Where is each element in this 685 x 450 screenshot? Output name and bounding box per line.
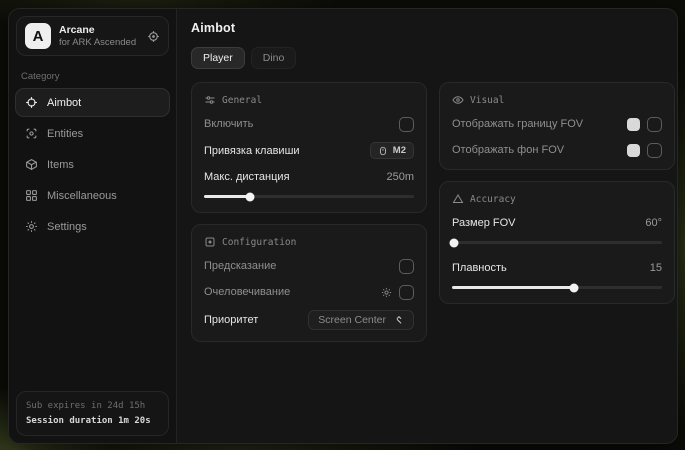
sidebar-item-label: Settings [47,221,87,233]
app-subtitle: for ARK Ascended [59,37,139,49]
mouse-icon [378,146,388,156]
tab-player[interactable]: Player [191,47,245,69]
max-distance-slider[interactable] [204,192,414,201]
sub-expires-text: Sub expires in 24d 15h [26,399,159,413]
humanize-label: Очеловечивание [204,286,290,298]
sidebar-item-miscellaneous[interactable]: Miscellaneous [15,181,170,210]
visual-card: Visual Отображать границу FOV Отображать… [439,82,675,170]
humanize-checkbox[interactable] [399,285,414,300]
app-logo: A [25,23,51,49]
scan-icon [25,127,38,140]
priority-label: Приоритет [204,314,258,326]
fov-bg-label: Отображать фон FOV [452,144,564,156]
smoothness-slider[interactable] [452,283,662,292]
configuration-card-title: Configuration [222,237,296,248]
accuracy-card: Accuracy Размер FOV 60° Плавность 15 [439,181,675,304]
fov-bg-color-swatch[interactable] [627,144,640,157]
session-duration-text: Session duration 1m 20s [26,414,159,428]
fov-size-slider[interactable] [452,238,662,247]
visual-card-header: Visual [452,94,662,106]
gear-icon [25,220,38,233]
sidebar-item-label: Aimbot [47,97,81,109]
sidebar-item-items[interactable]: Items [15,150,170,179]
category-label: Category [21,71,164,82]
general-card-title: General [222,95,262,106]
eye-icon [452,94,464,106]
accuracy-card-title: Accuracy [470,194,516,205]
config-icon [204,236,216,248]
sidebar-item-label: Entities [47,128,83,140]
main-panel: Aimbot Player Dino Genera [177,9,678,443]
app-window: A Arcane for ARK Ascended Category [8,8,678,444]
fov-bg-checkbox[interactable] [647,143,662,158]
sidebar-item-aimbot[interactable]: Aimbot [15,88,170,117]
keybind-value: M2 [393,145,406,156]
max-distance-label: Макс. дистанция [204,171,290,183]
keybind-button[interactable]: M2 [370,142,414,159]
target-icon[interactable] [147,30,160,43]
slider-fill [204,195,250,198]
priority-value: Screen Center [318,314,386,326]
triangle-icon [452,193,464,205]
page-title: Aimbot [191,21,675,35]
keybind-label: Привязка клавиши [204,145,300,157]
sidebar: A Arcane for ARK Ascended Category [9,9,177,443]
app-title-block: Arcane for ARK Ascended [59,24,139,49]
priority-select[interactable]: Screen Center [308,310,414,330]
fov-size-label: Размер FOV [452,217,515,229]
enable-checkbox[interactable] [399,117,414,132]
sidebar-item-entities[interactable]: Entities [15,119,170,148]
accuracy-card-header: Accuracy [452,193,662,205]
sidebar-item-label: Items [47,159,74,171]
sidebar-nav: Aimbot Entities Items [9,88,176,241]
general-card-header: General [204,94,414,106]
smoothness-label: Плавность [452,262,507,274]
prediction-label: Предсказание [204,260,276,272]
visual-card-title: Visual [470,95,504,106]
fov-border-color-swatch[interactable] [627,118,640,131]
max-distance-value: 250m [386,171,414,183]
fov-border-checkbox[interactable] [647,117,662,132]
enable-label: Включить [204,118,253,130]
sidebar-item-settings[interactable]: Settings [15,212,170,241]
tab-bar: Player Dino [191,47,675,69]
app-name: Arcane [59,24,139,37]
cards-grid: General Включить Привязка клавиши [191,82,675,342]
configuration-card-header: Configuration [204,236,414,248]
general-card: General Включить Привязка клавиши [191,82,427,213]
slider-thumb[interactable] [450,238,459,247]
slider-fill [452,286,574,289]
slider-track [452,241,662,244]
configuration-card: Configuration Предсказание Очеловечивани… [191,224,427,342]
grid-icon [25,189,38,202]
sidebar-item-label: Miscellaneous [47,190,117,202]
fov-border-label: Отображать границу FOV [452,118,583,130]
app-header: A Arcane for ARK Ascended [16,16,169,56]
slider-thumb[interactable] [246,192,255,201]
smoothness-value: 15 [650,262,662,274]
crosshair-icon [25,96,38,109]
tab-dino[interactable]: Dino [251,47,297,69]
sliders-icon [204,94,216,106]
gear-icon[interactable] [381,287,392,298]
session-info: Sub expires in 24d 15h Session duration … [16,391,169,436]
prediction-checkbox[interactable] [399,259,414,274]
chevrons-up-down-icon [394,315,404,325]
slider-thumb[interactable] [569,283,578,292]
package-icon [25,158,38,171]
fov-size-value: 60° [645,217,662,229]
